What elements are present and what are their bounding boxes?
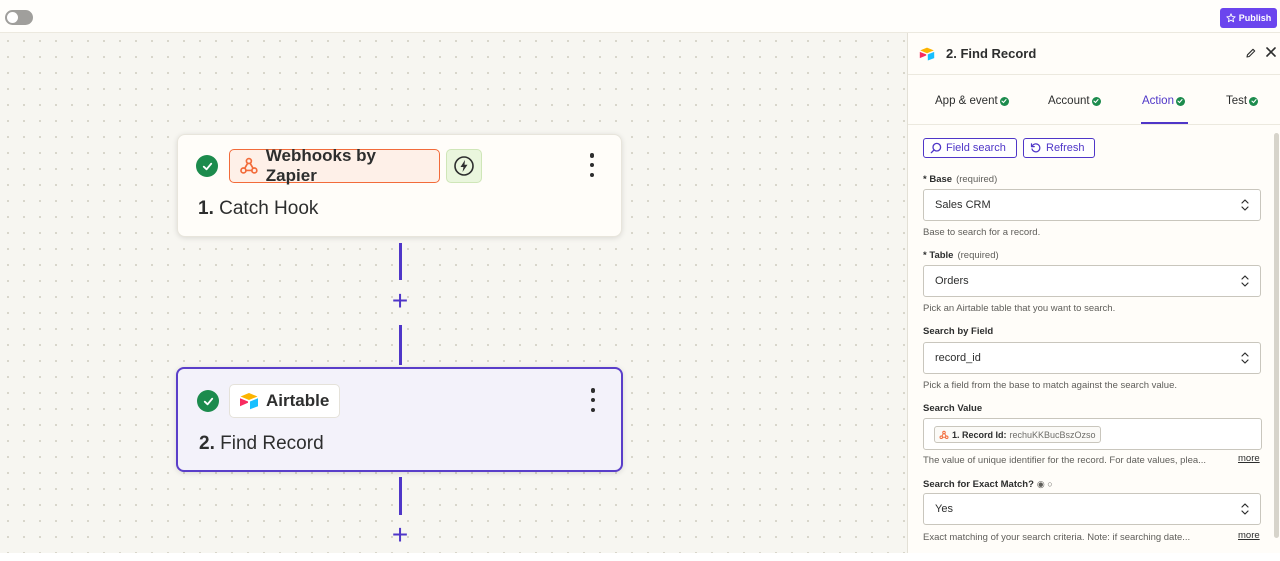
- webhooks-icon: [240, 157, 258, 174]
- step-card-find-record[interactable]: Airtable 2. Find Record: [176, 367, 623, 472]
- tab-app-event[interactable]: App & event: [935, 94, 1009, 108]
- step-menu-kebab-icon[interactable]: [587, 153, 597, 177]
- tab-complete-check-icon: [1175, 96, 1185, 106]
- app-name: Webhooks by Zapier: [265, 146, 376, 185]
- table-select[interactable]: Orders: [923, 265, 1261, 297]
- tab-action[interactable]: Action: [1142, 94, 1185, 108]
- radio-toggle-icon[interactable]: ◉ ○: [1037, 479, 1053, 489]
- toggle-knob: [7, 12, 18, 23]
- instant-trigger-bolt-icon: [446, 149, 482, 183]
- app-pill-airtable[interactable]: Airtable: [229, 384, 340, 418]
- step-editor-panel: 2. Find Record App & event Account Actio…: [907, 33, 1280, 553]
- refresh-icon: [1030, 143, 1041, 153]
- table-help: Pick an Airtable table that you want to …: [923, 303, 1116, 314]
- field-search-button[interactable]: Field search: [923, 138, 1017, 158]
- refresh-button[interactable]: Refresh: [1023, 138, 1095, 158]
- up-down-chevron-icon: [1241, 503, 1249, 515]
- airtable-icon: [919, 47, 935, 61]
- tab-complete-check-icon: [1091, 96, 1101, 106]
- step-card-catch-hook[interactable]: Webhooks by Zapier 1. Catch Hook: [177, 134, 622, 237]
- up-down-chevron-icon: [1241, 275, 1249, 287]
- publish-button[interactable]: Publish: [1220, 8, 1277, 28]
- app-name: Airtable: [266, 391, 330, 410]
- up-down-chevron-icon: [1241, 199, 1249, 211]
- panel-header: 2. Find Record: [908, 33, 1280, 75]
- exact-match-label: Search for Exact Match? ◉ ○: [923, 479, 1053, 490]
- active-tab-underline: [1141, 122, 1188, 124]
- tab-complete-check-icon: [999, 96, 1009, 106]
- table-label: * Table (required): [923, 250, 999, 261]
- base-help: Base to search for a record.: [923, 227, 1041, 238]
- exact-match-help: Exact matching of your search criteria. …: [923, 532, 1191, 543]
- top-bar: Publish: [0, 0, 1280, 33]
- step-title: 1. Catch Hook: [198, 198, 319, 219]
- base-select[interactable]: Sales CRM: [923, 189, 1261, 221]
- tab-test[interactable]: Test: [1226, 94, 1259, 108]
- search-by-field-select[interactable]: record_id: [923, 342, 1261, 374]
- app-pill-webhooks[interactable]: Webhooks by Zapier: [229, 146, 440, 185]
- step-title: 2. Find Record: [199, 433, 324, 454]
- exact-match-select[interactable]: Yes: [923, 493, 1261, 525]
- pencil-icon[interactable]: [1245, 47, 1257, 59]
- mapped-field-token[interactable]: 1. Record Id: rechuKKBucBszOzso: [934, 426, 1101, 443]
- search-by-field-help: Pick a field from the base to match agai…: [923, 380, 1177, 391]
- tab-complete-check-icon: [1249, 96, 1259, 106]
- search-icon: [930, 142, 942, 154]
- search-value-label: Search Value: [923, 403, 983, 414]
- search-value-input[interactable]: 1. Record Id: rechuKKBucBszOzso: [923, 418, 1262, 450]
- add-step-plus-icon[interactable]: +: [388, 287, 412, 315]
- search-by-field-label: Search by Field: [923, 326, 994, 337]
- step-connector: [399, 243, 402, 280]
- exact-match-more-link[interactable]: more: [1238, 530, 1260, 541]
- step-menu-kebab-icon[interactable]: [588, 388, 598, 412]
- panel-title: 2. Find Record: [946, 46, 1037, 61]
- add-step-plus-icon[interactable]: +: [388, 521, 412, 549]
- search-value-help: The value of unique identifier for the r…: [923, 455, 1207, 466]
- step-connector: [399, 325, 402, 365]
- base-label: * Base (required): [923, 174, 998, 185]
- panel-tabs: App & event Account Action Test: [908, 75, 1280, 125]
- close-icon[interactable]: [1264, 45, 1278, 59]
- action-form: Field search Refresh * Base (required) Sa…: [908, 125, 1273, 553]
- step-complete-check-icon: [197, 390, 219, 412]
- zap-on-off-toggle[interactable]: [5, 10, 33, 25]
- publish-label: Publish: [1238, 13, 1272, 23]
- tab-account[interactable]: Account: [1048, 94, 1101, 108]
- star-icon: [1226, 13, 1236, 23]
- step-complete-check-icon: [196, 155, 218, 177]
- step-connector: [399, 477, 402, 515]
- webhooks-icon: [939, 430, 949, 439]
- panel-scrollbar[interactable]: [1274, 133, 1279, 538]
- bottom-edge: [0, 553, 1280, 561]
- airtable-icon: [240, 393, 258, 410]
- search-value-more-link[interactable]: more: [1238, 453, 1260, 464]
- zap-editor-canvas[interactable]: Webhooks by Zapier 1. Catch Hook + Airta…: [0, 33, 907, 553]
- up-down-chevron-icon: [1241, 352, 1249, 364]
